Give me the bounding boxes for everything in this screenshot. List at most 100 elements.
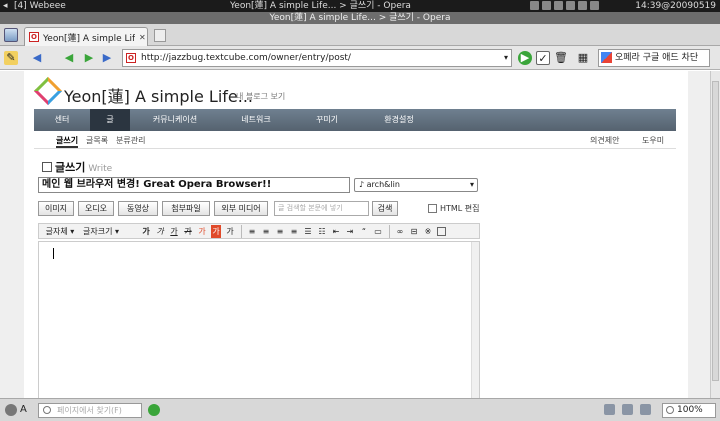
bold-button[interactable]: 가	[141, 225, 151, 238]
numbered-list-icon[interactable]: ☷	[317, 225, 327, 238]
view-icon[interactable]	[640, 404, 651, 415]
workspace-arrow-icon[interactable]: ◂	[3, 0, 8, 12]
opera-favicon-icon: O	[29, 32, 39, 42]
tab-close-icon[interactable]: ✕	[139, 33, 146, 42]
text-color-button[interactable]: 가	[197, 225, 207, 238]
settings-gear-icon[interactable]	[5, 404, 17, 416]
network-icon[interactable]	[604, 404, 615, 415]
tab-bar: O Yeon[蓮] A simple Life... ✕	[0, 24, 720, 46]
category-select[interactable]: ♪ arch&lin ▾	[354, 178, 478, 192]
blog-title[interactable]: Yeon[蓮] A simple Life...	[64, 83, 253, 107]
rewind-icon[interactable]: ◀	[62, 51, 76, 65]
underline-button[interactable]: 가	[169, 225, 179, 238]
italic-button[interactable]: 가	[155, 225, 165, 238]
forward-icon[interactable]: ▶	[82, 51, 96, 65]
panel-toggle-icon[interactable]	[4, 28, 18, 42]
editor-scrollbar[interactable]	[471, 242, 479, 399]
find-in-page-input[interactable]: 페이지에서 찾기(F)	[38, 403, 142, 418]
toolbar-divider	[389, 225, 390, 238]
tab-active[interactable]: O Yeon[蓮] A simple Life... ✕	[24, 27, 148, 46]
search-button[interactable]: 검색	[372, 201, 398, 216]
strike-button[interactable]: 가	[183, 225, 193, 238]
opera-page-icon: O	[126, 53, 136, 63]
font-icon[interactable]: A	[20, 404, 27, 415]
view-blog-link[interactable]: 내 블로그 보기	[236, 91, 285, 102]
zoom-control[interactable]: 100%	[662, 403, 716, 418]
post-title-input[interactable]: 메인 웹 브라우저 변경! Great Opera Browser!!	[38, 177, 350, 193]
category-dropdown-icon: ▾	[469, 180, 474, 189]
font-size-select[interactable]: 글자크기 ▾	[81, 225, 121, 238]
image-button[interactable]: 이미지	[38, 201, 74, 216]
notes-icon[interactable]: ✎	[4, 51, 18, 65]
highlight-button[interactable]: 가	[211, 225, 221, 238]
category-music-icon: ♪	[359, 180, 367, 189]
link-icon[interactable]: ∞	[395, 225, 405, 238]
nav-center[interactable]: 센터	[34, 109, 90, 131]
back-icon[interactable]: ◀	[30, 51, 44, 65]
html-edit-checkbox[interactable]	[428, 204, 437, 213]
new-tab-icon[interactable]	[154, 29, 166, 42]
nav-post[interactable]: 글	[90, 109, 130, 131]
search-icon	[43, 406, 51, 414]
font-family-select[interactable]: 글자체 ▾	[43, 225, 77, 238]
text-caret	[53, 248, 54, 259]
tray-icon[interactable]	[590, 1, 599, 10]
search-field[interactable]: 오페라 구글 애드 차단	[598, 49, 710, 67]
section-title: 글쓰기 Write	[42, 159, 112, 175]
tray-icon[interactable]	[554, 1, 563, 10]
fullscreen-icon[interactable]	[437, 227, 446, 236]
go-icon[interactable]: ▶	[518, 51, 532, 65]
scrollbar-thumb[interactable]	[712, 81, 719, 381]
special-char-icon[interactable]: ※	[423, 225, 433, 238]
unite-icon[interactable]	[622, 404, 633, 415]
page-content: Yeon[蓮] A simple Life... 내 블로그 보기 센터 글 커…	[24, 71, 688, 399]
outdent-icon[interactable]: ⇤	[331, 225, 341, 238]
workspace-label[interactable]: [4] Webeee	[14, 0, 66, 12]
window-title: Yeon[蓮] A simple Life... > 글쓰기 - Opera	[0, 12, 720, 24]
nav-decorate[interactable]: 꾸미기	[292, 109, 362, 131]
help-link[interactable]: 도우미	[642, 135, 664, 146]
page-viewport: Yeon[蓮] A simple Life... 내 블로그 보기 센터 글 커…	[0, 71, 710, 399]
toolbar-divider	[241, 225, 242, 238]
blog-logo-icon	[33, 76, 63, 106]
align-center-icon[interactable]: ≡	[261, 225, 271, 238]
address-field[interactable]: O http://jazzbug.textcube.com/owner/entr…	[122, 49, 512, 67]
attachment-button[interactable]: 첨부파일	[162, 201, 210, 216]
align-right-icon[interactable]: ≡	[275, 225, 285, 238]
tray-icon[interactable]	[542, 1, 551, 10]
nav-settings[interactable]: 환경설정	[362, 109, 436, 131]
box-icon[interactable]: ▭	[373, 225, 383, 238]
external-media-button[interactable]: 외부 미디어	[214, 201, 268, 216]
fast-forward-icon[interactable]: ▶	[100, 51, 114, 65]
editor-body[interactable]	[38, 241, 480, 399]
address-dropdown-icon[interactable]: ▾	[504, 50, 508, 66]
video-button[interactable]: 동영상	[118, 201, 158, 216]
zoom-icon	[666, 406, 674, 414]
insert-more-icon[interactable]: ⊟	[409, 225, 419, 238]
system-tray	[530, 1, 599, 10]
address-url: http://jazzbug.textcube.com/owner/entry/…	[141, 53, 351, 63]
wand-icon[interactable]: ✓	[536, 51, 550, 65]
find-go-icon[interactable]	[148, 404, 160, 416]
quote-icon[interactable]: “	[359, 225, 369, 238]
trash-icon[interactable]: 🗑	[554, 51, 568, 65]
nav-communication[interactable]: 커뮤니케이션	[130, 109, 220, 131]
tray-icon[interactable]	[530, 1, 539, 10]
subnav-categories[interactable]: 분류관리	[116, 135, 145, 146]
tray-icon[interactable]	[566, 1, 575, 10]
nav-network[interactable]: 네트워크	[220, 109, 292, 131]
feedback-link[interactable]: 의견제안	[590, 135, 619, 146]
bullet-list-icon[interactable]: ☰	[303, 225, 313, 238]
page-scrollbar[interactable]	[710, 71, 720, 398]
subnav-write[interactable]: 글쓰기	[56, 135, 79, 148]
align-left-icon[interactable]: ≡	[247, 225, 257, 238]
justify-icon[interactable]: ≡	[289, 225, 299, 238]
clear-format-button[interactable]: 가	[225, 225, 235, 238]
find-in-body-input[interactable]: 글 검색할 본문에 넣기	[274, 201, 369, 216]
tray-icon[interactable]	[578, 1, 587, 10]
feed-icon[interactable]: ▦	[576, 51, 590, 65]
audio-button[interactable]: 오디오	[78, 201, 114, 216]
subnav-list[interactable]: 글목록	[86, 135, 108, 146]
indent-icon[interactable]: ⇥	[345, 225, 355, 238]
html-edit-label: HTML 편집	[440, 204, 480, 213]
